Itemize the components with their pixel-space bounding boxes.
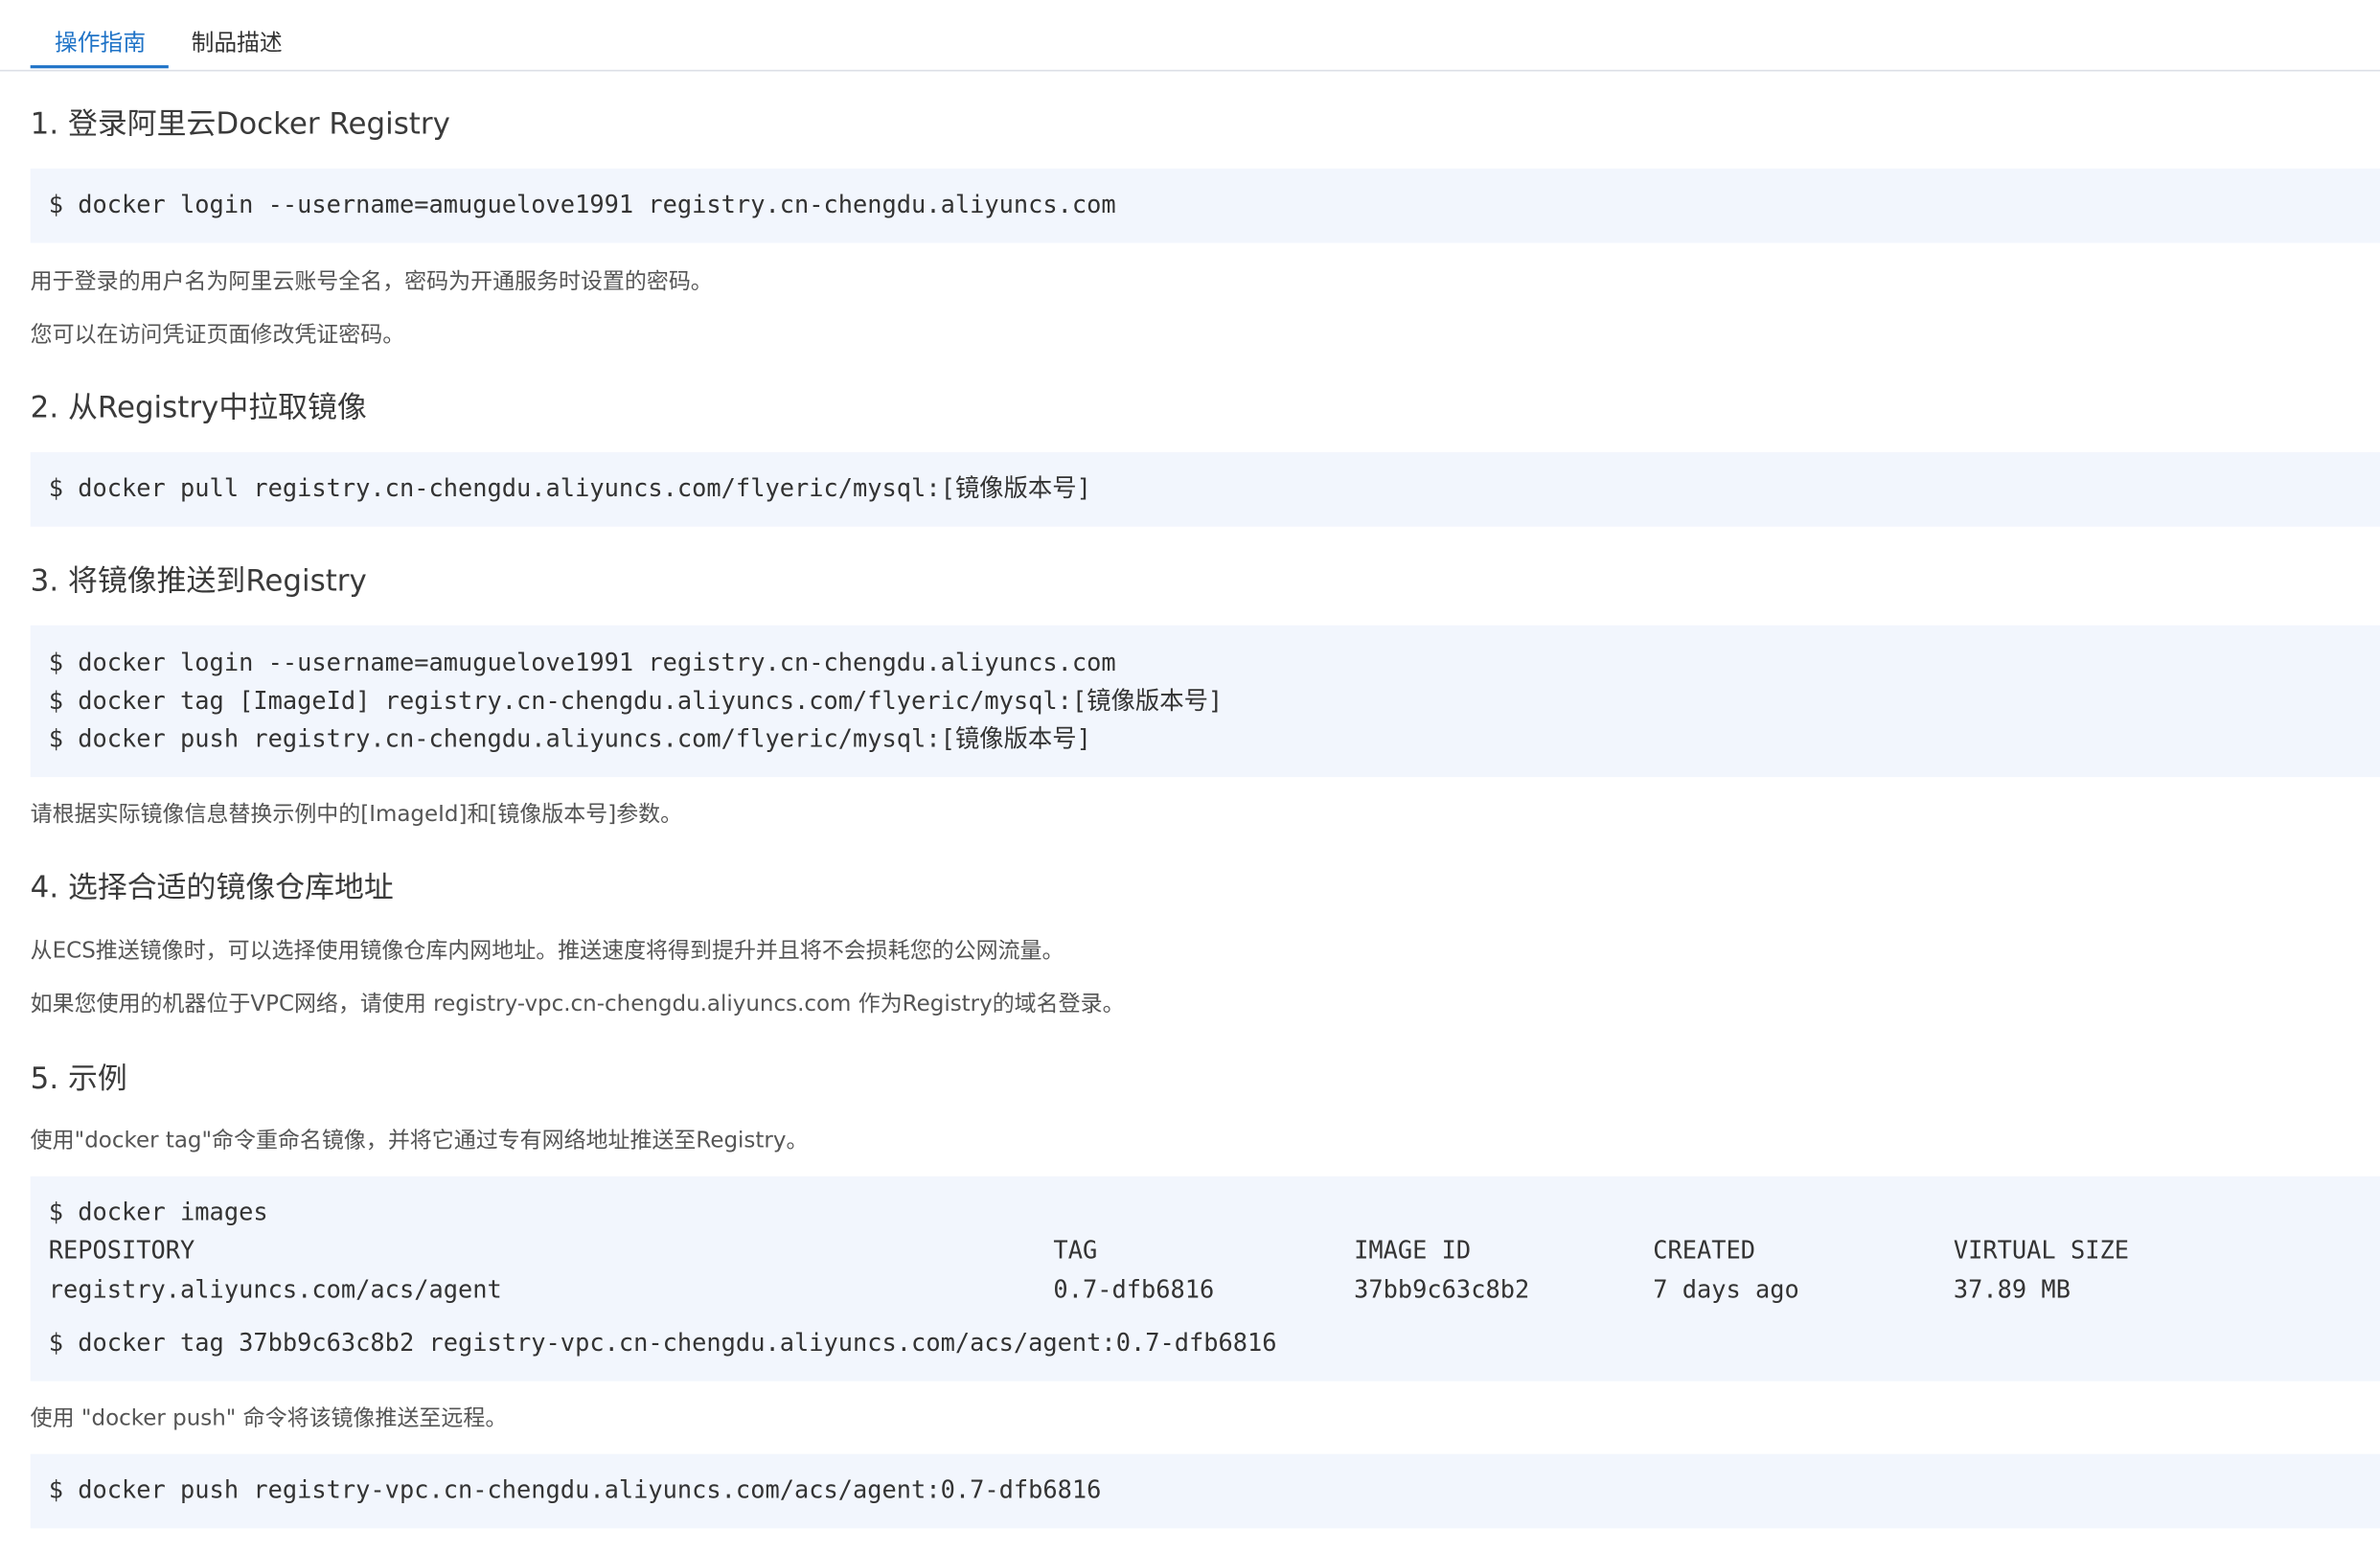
table-cell-created: 7 days ago [1653, 1274, 1799, 1304]
section-4-title: 4. 选择合适的镜像仓库地址 [30, 869, 394, 905]
code-line[interactable]: $ docker push registry.cn-chengdu.aliyun… [49, 724, 1091, 755]
code-block-push[interactable]: $ docker login --username=amuguelove1991… [30, 625, 2380, 778]
code-line[interactable]: $ docker login --username=amuguelove1991… [49, 648, 1116, 678]
tab-operation-guide[interactable]: 操作指南 [55, 28, 146, 58]
code-line[interactable]: $ docker push registry-vpc.cn-chengdu.al… [49, 1475, 1102, 1506]
code-block-example-push[interactable]: $ docker push registry-vpc.cn-chengdu.al… [30, 1453, 2380, 1529]
table-cell-virtual-size: 37.89 MB [1953, 1274, 2071, 1304]
address-note-vpc: 如果您使用的机器位于VPC网络，请使用 registry-vpc.cn-chen… [30, 993, 1125, 1017]
table-cell-repository: registry.aliyuncs.com/acs/agent [48, 1274, 502, 1304]
code-line[interactable]: $ docker images [49, 1198, 268, 1228]
push-note: 请根据实际镜像信息替换示例中的[ImageId]和[镜像版本号]参数。 [30, 803, 683, 828]
active-tab-indicator [30, 65, 169, 69]
table-header-repository: REPOSITORY [48, 1235, 195, 1265]
table-header-tag: TAG [1053, 1235, 1098, 1265]
page: 操作指南 制品描述 1. 登录阿里云Docker Registry $ dock… [0, 0, 2380, 1553]
code-line[interactable]: $ docker login --username=amuguelove1991… [49, 190, 1116, 220]
tab-product-description[interactable]: 制品描述 [192, 28, 283, 58]
tab-bar: 操作指南 制品描述 [0, 0, 2380, 72]
section-3-title: 3. 将镜像推送到Registry [30, 562, 367, 599]
section-5-title: 5. 示例 [30, 1061, 127, 1096]
example-note-push: 使用 "docker push" 命令将该镜像推送至远程。 [30, 1406, 508, 1431]
table-header-virtual-size: VIRTUAL SIZE [1953, 1235, 2129, 1265]
login-note-credential: 您可以在访问凭证页面修改凭证密码。 [30, 323, 405, 348]
table-cell-tag: 0.7-dfb6816 [1053, 1274, 1215, 1304]
table-cell-image-id: 37bb9c63c8b2 [1354, 1274, 1530, 1304]
section-1-title: 1. 登录阿里云Docker Registry [30, 105, 450, 142]
table-header-image-id: IMAGE ID [1354, 1235, 1472, 1265]
code-block-pull[interactable]: $ docker pull registry.cn-chengdu.aliyun… [30, 452, 2380, 527]
login-note-username: 用于登录的用户名为阿里云账号全名，密码为开通服务时设置的密码。 [30, 269, 713, 295]
section-2-title: 2. 从Registry中拉取镜像 [30, 390, 367, 425]
code-line[interactable]: $ docker tag [ImageId] registry.cn-cheng… [49, 686, 1224, 717]
address-note-ecs: 从ECS推送镜像时，可以选择使用镜像仓库内网地址。推送速度将得到提升并且将不会损… [30, 939, 1064, 964]
table-header-created: CREATED [1653, 1235, 1756, 1265]
code-block-login[interactable]: $ docker login --username=amuguelove1991… [30, 168, 2380, 243]
code-line[interactable]: $ docker pull registry.cn-chengdu.aliyun… [49, 473, 1091, 504]
example-note-tag: 使用"docker tag"命令重命名镜像，并将它通过专有网络地址推送至Regi… [30, 1129, 809, 1153]
code-line[interactable]: $ docker tag 37bb9c63c8b2 registry-vpc.c… [49, 1328, 1277, 1359]
code-block-example[interactable]: $ docker images REPOSITORY TAG IMAGE ID … [30, 1176, 2380, 1382]
